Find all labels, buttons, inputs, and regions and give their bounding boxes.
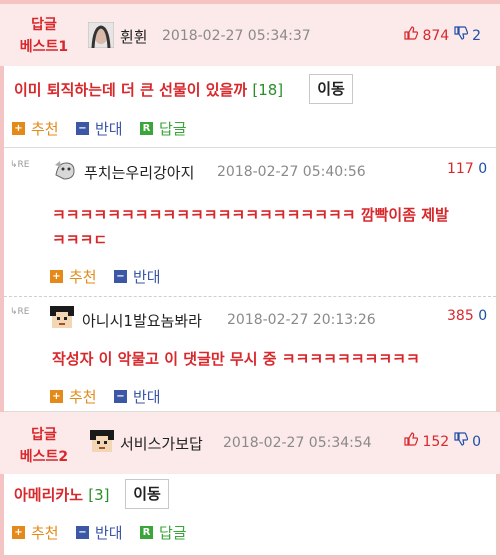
upvote-count: 152 [422,434,450,450]
reply-label: 답글 [159,524,187,542]
thumb-up-icon[interactable] [404,432,422,450]
dog-avatar-icon [52,157,78,183]
timestamp: 2018-02-27 05:34:37 [162,28,311,44]
comment-body: 이미 퇴직하는데 더 큰 선물이 있을까 [14,81,248,99]
timestamp: 2018-02-27 20:13:26 [227,312,376,328]
thumb-down-icon[interactable] [454,26,472,44]
downvote-count: 0 [472,434,482,450]
reply-label: 답글 [159,120,187,138]
recommend-label: 추천 [31,120,59,138]
reply-arrow-icon: ↳RE [10,160,30,170]
recommend-button[interactable]: + 추천 [50,386,97,407]
move-button[interactable]: 이동 [125,479,169,509]
recommend-label: 추천 [69,268,97,286]
reply-count[interactable]: [18] [252,81,283,99]
recommend-button[interactable]: + 추천 [12,118,59,139]
best1-badge: 답글 베스트1 [4,14,84,58]
divider [4,147,496,148]
plus-icon: + [50,270,63,283]
timestamp: 2018-02-27 05:40:56 [217,164,366,180]
reply-icon: R [140,526,153,539]
best1-votes: 874 2 [404,26,481,44]
divider [4,296,496,297]
oppose-label: 반대 [133,388,161,406]
nickname[interactable]: 휜휜 [120,26,148,47]
minus-icon: − [76,122,89,135]
best-label-line2: 베스트2 [19,449,69,465]
nickname[interactable]: 서비스가보답 [120,433,203,454]
plus-icon: + [50,390,63,403]
comment-text-line2: ㅋㅋㅋㄷ [52,231,108,249]
recommend-label: 추천 [69,388,97,406]
comment-text: 아메리카노 [3] [14,484,110,505]
minus-icon: − [76,526,89,539]
reply1-votes: 117 0 [447,161,487,177]
reply-button[interactable]: R 답글 [140,522,187,543]
oppose-button[interactable]: − 반대 [76,118,123,139]
move-button[interactable]: 이동 [309,74,353,104]
recommend-button[interactable]: + 추천 [12,522,59,543]
comment-text: 이미 퇴직하는데 더 큰 선물이 있을까 [18] [14,79,283,100]
nickname[interactable]: 푸치는우리강아지 [84,162,194,183]
plus-icon: + [12,526,25,539]
minus-icon: − [114,270,127,283]
reply2-votes: 385 0 [447,308,487,324]
nickname[interactable]: 아니시1발요놈봐라 [82,310,202,331]
reply-arrow-icon: ↳RE [10,307,30,317]
oppose-button[interactable]: − 반대 [76,522,123,543]
comment-text: 작성자 이 악물고 이 댓글만 무시 중 ㅋㅋㅋㅋㅋㅋㅋㅋㅋㅋ [52,350,420,368]
best-label-line2: 베스트1 [19,39,69,55]
oppose-button[interactable]: − 반대 [114,266,161,287]
oppose-label: 반대 [133,268,161,286]
avatar[interactable] [88,428,114,454]
avatar[interactable] [52,157,78,183]
oppose-label: 반대 [95,524,123,542]
pixel-avatar-icon [90,430,114,452]
recommend-button[interactable]: + 추천 [50,266,97,287]
recommend-label: 추천 [31,524,59,542]
avatar[interactable] [87,21,115,49]
reply-icon: R [140,122,153,135]
best-label-line1: 답글 [31,427,57,443]
plus-icon: + [12,122,25,135]
oppose-button[interactable]: − 반대 [114,386,161,407]
reply-count[interactable]: [3] [88,486,109,504]
avatar-photo-icon [87,21,115,49]
downvote-count: 0 [478,161,488,177]
comment-text: ㅋㅋㅋㅋㅋㅋㅋㅋㅋㅋㅋㅋㅋㅋㅋㅋㅋㅋㅋㅋㅋㅋ 깜빡이좀 제발 [52,206,449,224]
re-label: RE [17,307,30,317]
best2-badge: 답글 베스트2 [4,424,84,468]
oppose-label: 반대 [95,120,123,138]
thumb-down-icon[interactable] [454,432,472,450]
thumb-up-icon[interactable] [404,26,422,44]
reply-button[interactable]: R 답글 [140,118,187,139]
comment-body: 아메리카노 [14,486,84,504]
upvote-count: 385 [447,308,474,324]
upvote-count: 117 [447,161,474,177]
downvote-count: 0 [478,308,488,324]
avatar[interactable] [48,304,74,330]
downvote-count: 2 [472,28,482,44]
pixel-avatar-icon [50,306,74,328]
upvote-count: 874 [422,28,450,44]
best-label-line1: 답글 [31,17,57,33]
best2-votes: 152 0 [404,432,481,450]
re-label: RE [17,160,30,170]
minus-icon: − [114,390,127,403]
timestamp: 2018-02-27 05:34:54 [223,435,372,451]
